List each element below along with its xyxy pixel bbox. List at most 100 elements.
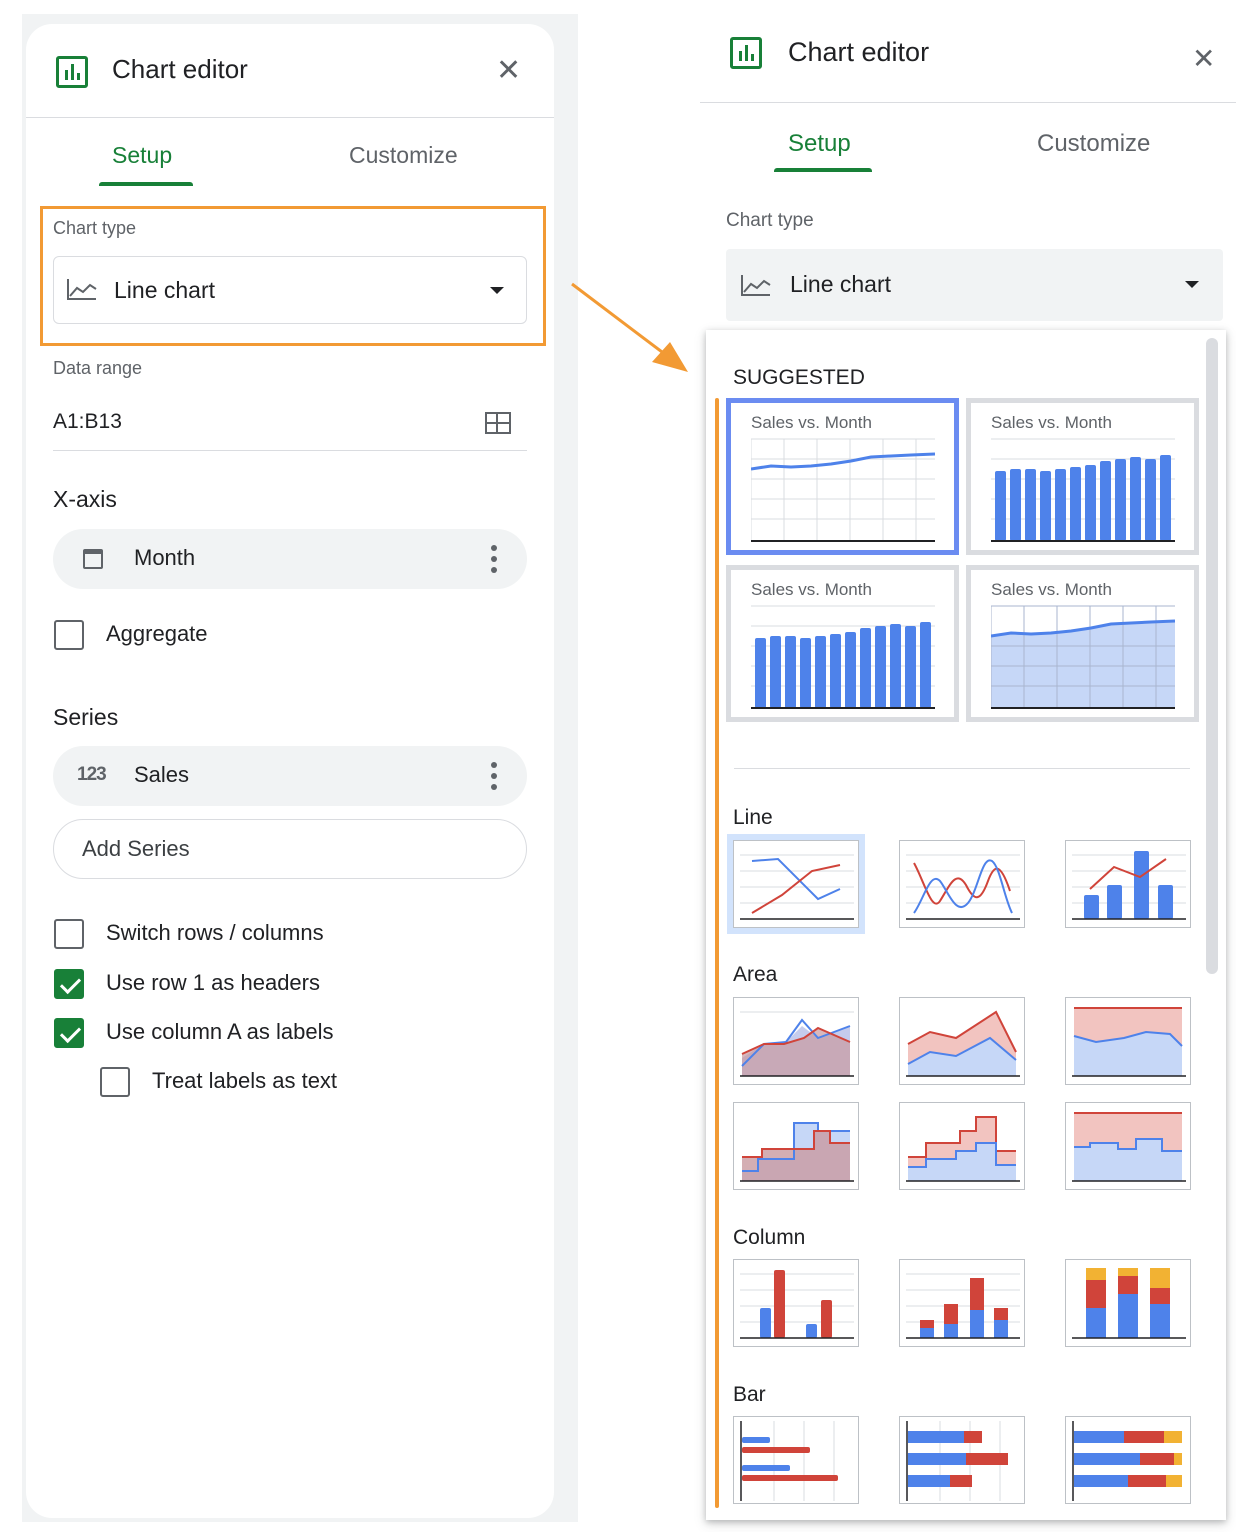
thumbnail-bar: [845, 632, 856, 708]
colA-labels-label: Use column A as labels: [106, 1019, 334, 1044]
menu-scrollbar[interactable]: [1206, 338, 1218, 974]
thumbnail-bar: [1085, 465, 1096, 541]
calendar-icon: [83, 549, 103, 569]
line-chart-option[interactable]: [727, 834, 865, 934]
thumbnail-bar: [995, 471, 1006, 541]
thumbnail-bar: [1100, 461, 1111, 541]
line-chart-thumbnail: [751, 438, 935, 542]
thumbnail-bar: [800, 638, 811, 708]
thumbnail-bar: [1070, 467, 1081, 541]
editor-tabs: Setup Customize: [26, 128, 554, 198]
tab-customize[interactable]: Customize: [1037, 130, 1150, 158]
row1-headers-checkbox[interactable]: [54, 969, 84, 999]
thumbnail-bar: [905, 626, 916, 708]
100-stacked-stepped-area-option[interactable]: [1065, 1102, 1191, 1190]
stepped-area-chart-option[interactable]: [733, 1102, 859, 1190]
tab-customize[interactable]: Customize: [349, 142, 458, 169]
stepped-area-chart-icon: [740, 1122, 854, 1182]
active-tab-indicator: [774, 168, 872, 172]
close-icon[interactable]: ✕: [496, 56, 521, 86]
suggested-heading: SUGGESTED: [733, 366, 865, 389]
percent-stacked-area-icon: [1072, 1007, 1186, 1077]
stacked-stepped-area-option[interactable]: [899, 1102, 1025, 1190]
add-series-button[interactable]: Add Series: [53, 819, 527, 879]
editor-header: Chart editor ✕: [26, 24, 554, 118]
suggested-card-title: Sales vs. Month: [751, 580, 872, 599]
thumbnail-bar: [1040, 471, 1051, 541]
suggested-card-title: Sales vs. Month: [751, 413, 872, 432]
data-range-value[interactable]: A1:B13: [53, 410, 122, 434]
xaxis-chip[interactable]: Month: [53, 529, 527, 589]
percent-stacked-column-icon: [1072, 1268, 1186, 1339]
thumbnail-bar: [875, 626, 886, 708]
thumbnail-bar: [830, 634, 841, 708]
switch-rows-label: Switch rows / columns: [106, 920, 324, 945]
stacked-column-option[interactable]: [899, 1259, 1025, 1347]
suggested-line-chart[interactable]: Sales vs. Month: [726, 398, 959, 555]
thumbnail-bar: [1010, 469, 1021, 541]
menu-divider: [734, 768, 1190, 769]
stacked-bar-option[interactable]: [899, 1416, 1025, 1504]
editor-title: Chart editor: [112, 54, 248, 84]
header-divider: [700, 102, 1236, 103]
thumbnail-bar: [890, 624, 901, 708]
smooth-line-chart-option[interactable]: [899, 840, 1025, 928]
aggregate-checkbox[interactable]: [54, 620, 84, 650]
chart-editor-logo-icon: [56, 56, 88, 88]
100-stacked-area-option[interactable]: [1065, 997, 1191, 1085]
thumbnail-bar: [1115, 459, 1126, 541]
tab-setup[interactable]: Setup: [112, 142, 172, 169]
line-chart-option-icon: [740, 854, 854, 920]
aggregate-label: Aggregate: [106, 621, 208, 646]
thumbnail-bar: [785, 636, 796, 708]
chart-type-dropdown[interactable]: Line chart: [726, 249, 1223, 321]
stacked-bar-icon: [906, 1421, 1008, 1501]
area-chart-option[interactable]: [733, 997, 859, 1085]
data-range-label: Data range: [53, 358, 143, 378]
thumbnail-bar: [1130, 457, 1141, 541]
data-range-underline: [53, 450, 527, 451]
labels-as-text-checkbox[interactable]: [100, 1067, 130, 1097]
stacked-stepped-area-icon: [906, 1116, 1020, 1182]
suggested-column-chart[interactable]: Sales vs. Month: [966, 398, 1199, 555]
chart-type-highlight: [40, 206, 546, 346]
thumbnail-bar: [1145, 459, 1156, 541]
thumbnail-bar: [1160, 455, 1171, 541]
close-icon[interactable]: ✕: [1192, 42, 1215, 75]
column-chart-thumbnail: [991, 438, 1175, 542]
add-series-label: Add Series: [82, 836, 190, 861]
thumbnail-bar: [1055, 469, 1066, 541]
tab-setup[interactable]: Setup: [788, 130, 851, 158]
colA-labels-checkbox[interactable]: [54, 1018, 84, 1048]
suggested-card-title: Sales vs. Month: [991, 580, 1112, 599]
smooth-line-chart-icon: [906, 854, 1020, 920]
combo-chart-icon: [1072, 851, 1186, 920]
100-stacked-bar-option[interactable]: [1065, 1416, 1191, 1504]
more-vert-icon[interactable]: [491, 762, 497, 790]
column-chart-option[interactable]: [733, 1259, 859, 1347]
bar-chart-option[interactable]: [733, 1416, 859, 1504]
suggested-column-chart-2[interactable]: Sales vs. Month: [726, 565, 959, 722]
pointer-arrow: [571, 282, 688, 372]
row1-headers-label: Use row 1 as headers: [106, 970, 320, 995]
dropdown-caret-icon: [1185, 281, 1199, 288]
chart-type-label: Chart type: [726, 210, 814, 231]
thumbnail-bar: [770, 636, 781, 708]
thumbnail-bar: [860, 628, 871, 708]
combo-chart-option[interactable]: [1065, 840, 1191, 928]
more-vert-icon[interactable]: [491, 545, 497, 573]
suggested-area-chart[interactable]: Sales vs. Month: [966, 565, 1199, 722]
thumbnail-bar: [815, 636, 826, 708]
series-chip[interactable]: 123 Sales: [53, 746, 527, 806]
grid-select-icon[interactable]: [485, 412, 511, 434]
column-section-heading: Column: [733, 1226, 806, 1249]
stacked-column-icon: [906, 1273, 1020, 1339]
chart-editor-logo-icon: [730, 37, 762, 69]
switch-rows-checkbox[interactable]: [54, 919, 84, 949]
thumbnail-bar: [1025, 469, 1036, 541]
active-tab-indicator: [99, 182, 193, 186]
100-stacked-column-option[interactable]: [1065, 1259, 1191, 1347]
xaxis-title: X-axis: [53, 486, 117, 512]
stacked-area-chart-option[interactable]: [899, 997, 1025, 1085]
thumbnail-bar: [920, 622, 931, 708]
